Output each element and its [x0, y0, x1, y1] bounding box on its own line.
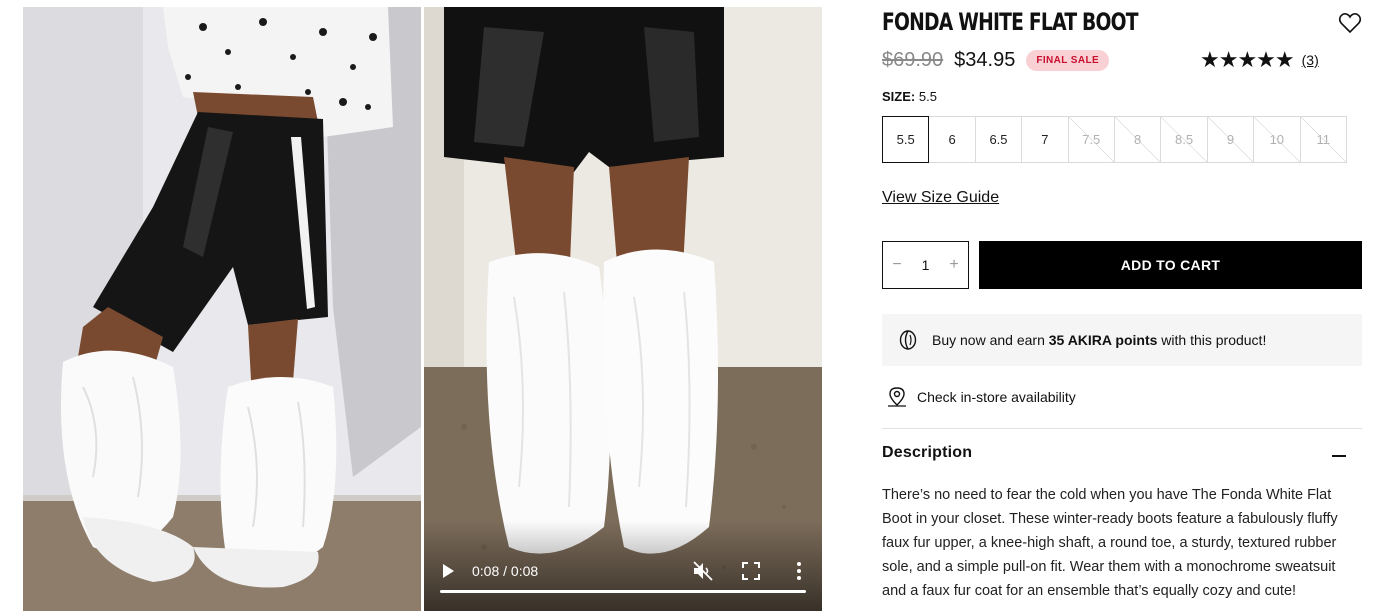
video-progress-bar[interactable]	[440, 590, 806, 593]
size-option[interactable]: 9	[1206, 116, 1255, 163]
product-title: FONDA WHITE FLAT BOOT	[882, 8, 1139, 36]
points-amount: 35 AKIRA points	[1048, 332, 1158, 348]
map-pin-icon	[888, 387, 906, 407]
quantity-input[interactable]	[911, 257, 940, 273]
size-option[interactable]: 11	[1299, 116, 1347, 163]
store-availability-label: Check in-store availability	[917, 389, 1076, 405]
size-option[interactable]: 7	[1021, 116, 1069, 163]
product-image-main[interactable]	[23, 7, 421, 611]
view-size-guide-link[interactable]: View Size Guide	[882, 189, 999, 207]
product-photo-illustration	[23, 7, 421, 611]
size-option[interactable]: 8.5	[1160, 116, 1208, 163]
size-option[interactable]: 6	[928, 116, 976, 163]
sale-price: $34.95	[954, 48, 1016, 71]
quantity-decrease-button[interactable]: −	[883, 242, 911, 288]
size-option[interactable]: 8	[1113, 116, 1162, 163]
divider	[882, 428, 1362, 429]
size-option[interactable]: 7.5	[1067, 116, 1115, 163]
video-time: 0:08 / 0:08	[472, 563, 539, 579]
rewards-points-banner: Buy now and earn 35 AKIRA points with th…	[882, 314, 1362, 366]
fullscreen-icon[interactable]	[742, 562, 760, 580]
heart-icon[interactable]	[1338, 12, 1362, 34]
size-option[interactable]: 6.5	[974, 116, 1023, 163]
description-text: There’s no need to fear the cold when yo…	[882, 487, 1338, 599]
size-options: 5.5 6 6.5 7 7.5 8 8.5 9 10 11	[882, 116, 1347, 163]
size-label-text: SIZE:	[882, 89, 916, 104]
quantity-stepper: − +	[882, 241, 969, 289]
size-option[interactable]: 5.5	[882, 116, 930, 163]
description-title: Description	[882, 444, 973, 461]
check-store-availability-link[interactable]: Check in-store availability	[886, 386, 1076, 408]
play-icon[interactable]	[440, 563, 456, 579]
collapse-minus-icon[interactable]	[1332, 455, 1346, 457]
points-prefix: Buy now and earn	[932, 332, 1049, 348]
product-info-panel: FONDA WHITE FLAT BOOT $69.90 $34.95 FINA…	[882, 0, 1362, 611]
description-accordion-header[interactable]: Description	[882, 444, 1362, 468]
muted-speaker-icon[interactable]	[692, 561, 714, 581]
quantity-increase-button[interactable]: +	[940, 242, 968, 288]
review-count-link[interactable]: (3)	[1302, 52, 1319, 68]
add-to-cart-button[interactable]: ADD TO CART	[979, 241, 1362, 289]
video-controls: 0:08 / 0:08	[424, 541, 822, 611]
size-option[interactable]: 10	[1253, 116, 1301, 163]
points-suffix: with this product!	[1157, 332, 1267, 348]
size-selected-value: 5.5	[918, 89, 937, 104]
size-label: SIZE: 5.5	[882, 89, 937, 104]
more-options-icon[interactable]	[792, 561, 806, 581]
rating: ★★★★★ (3)	[1200, 49, 1319, 71]
original-price: $69.90	[882, 48, 944, 71]
final-sale-badge: FINAL SALE	[1026, 49, 1110, 71]
rewards-points-text: Buy now and earn 35 AKIRA points with th…	[932, 332, 1266, 348]
coin-icon	[899, 330, 917, 350]
product-video[interactable]: 0:08 / 0:08	[424, 7, 822, 611]
star-rating-icons: ★★★★★	[1200, 47, 1295, 72]
